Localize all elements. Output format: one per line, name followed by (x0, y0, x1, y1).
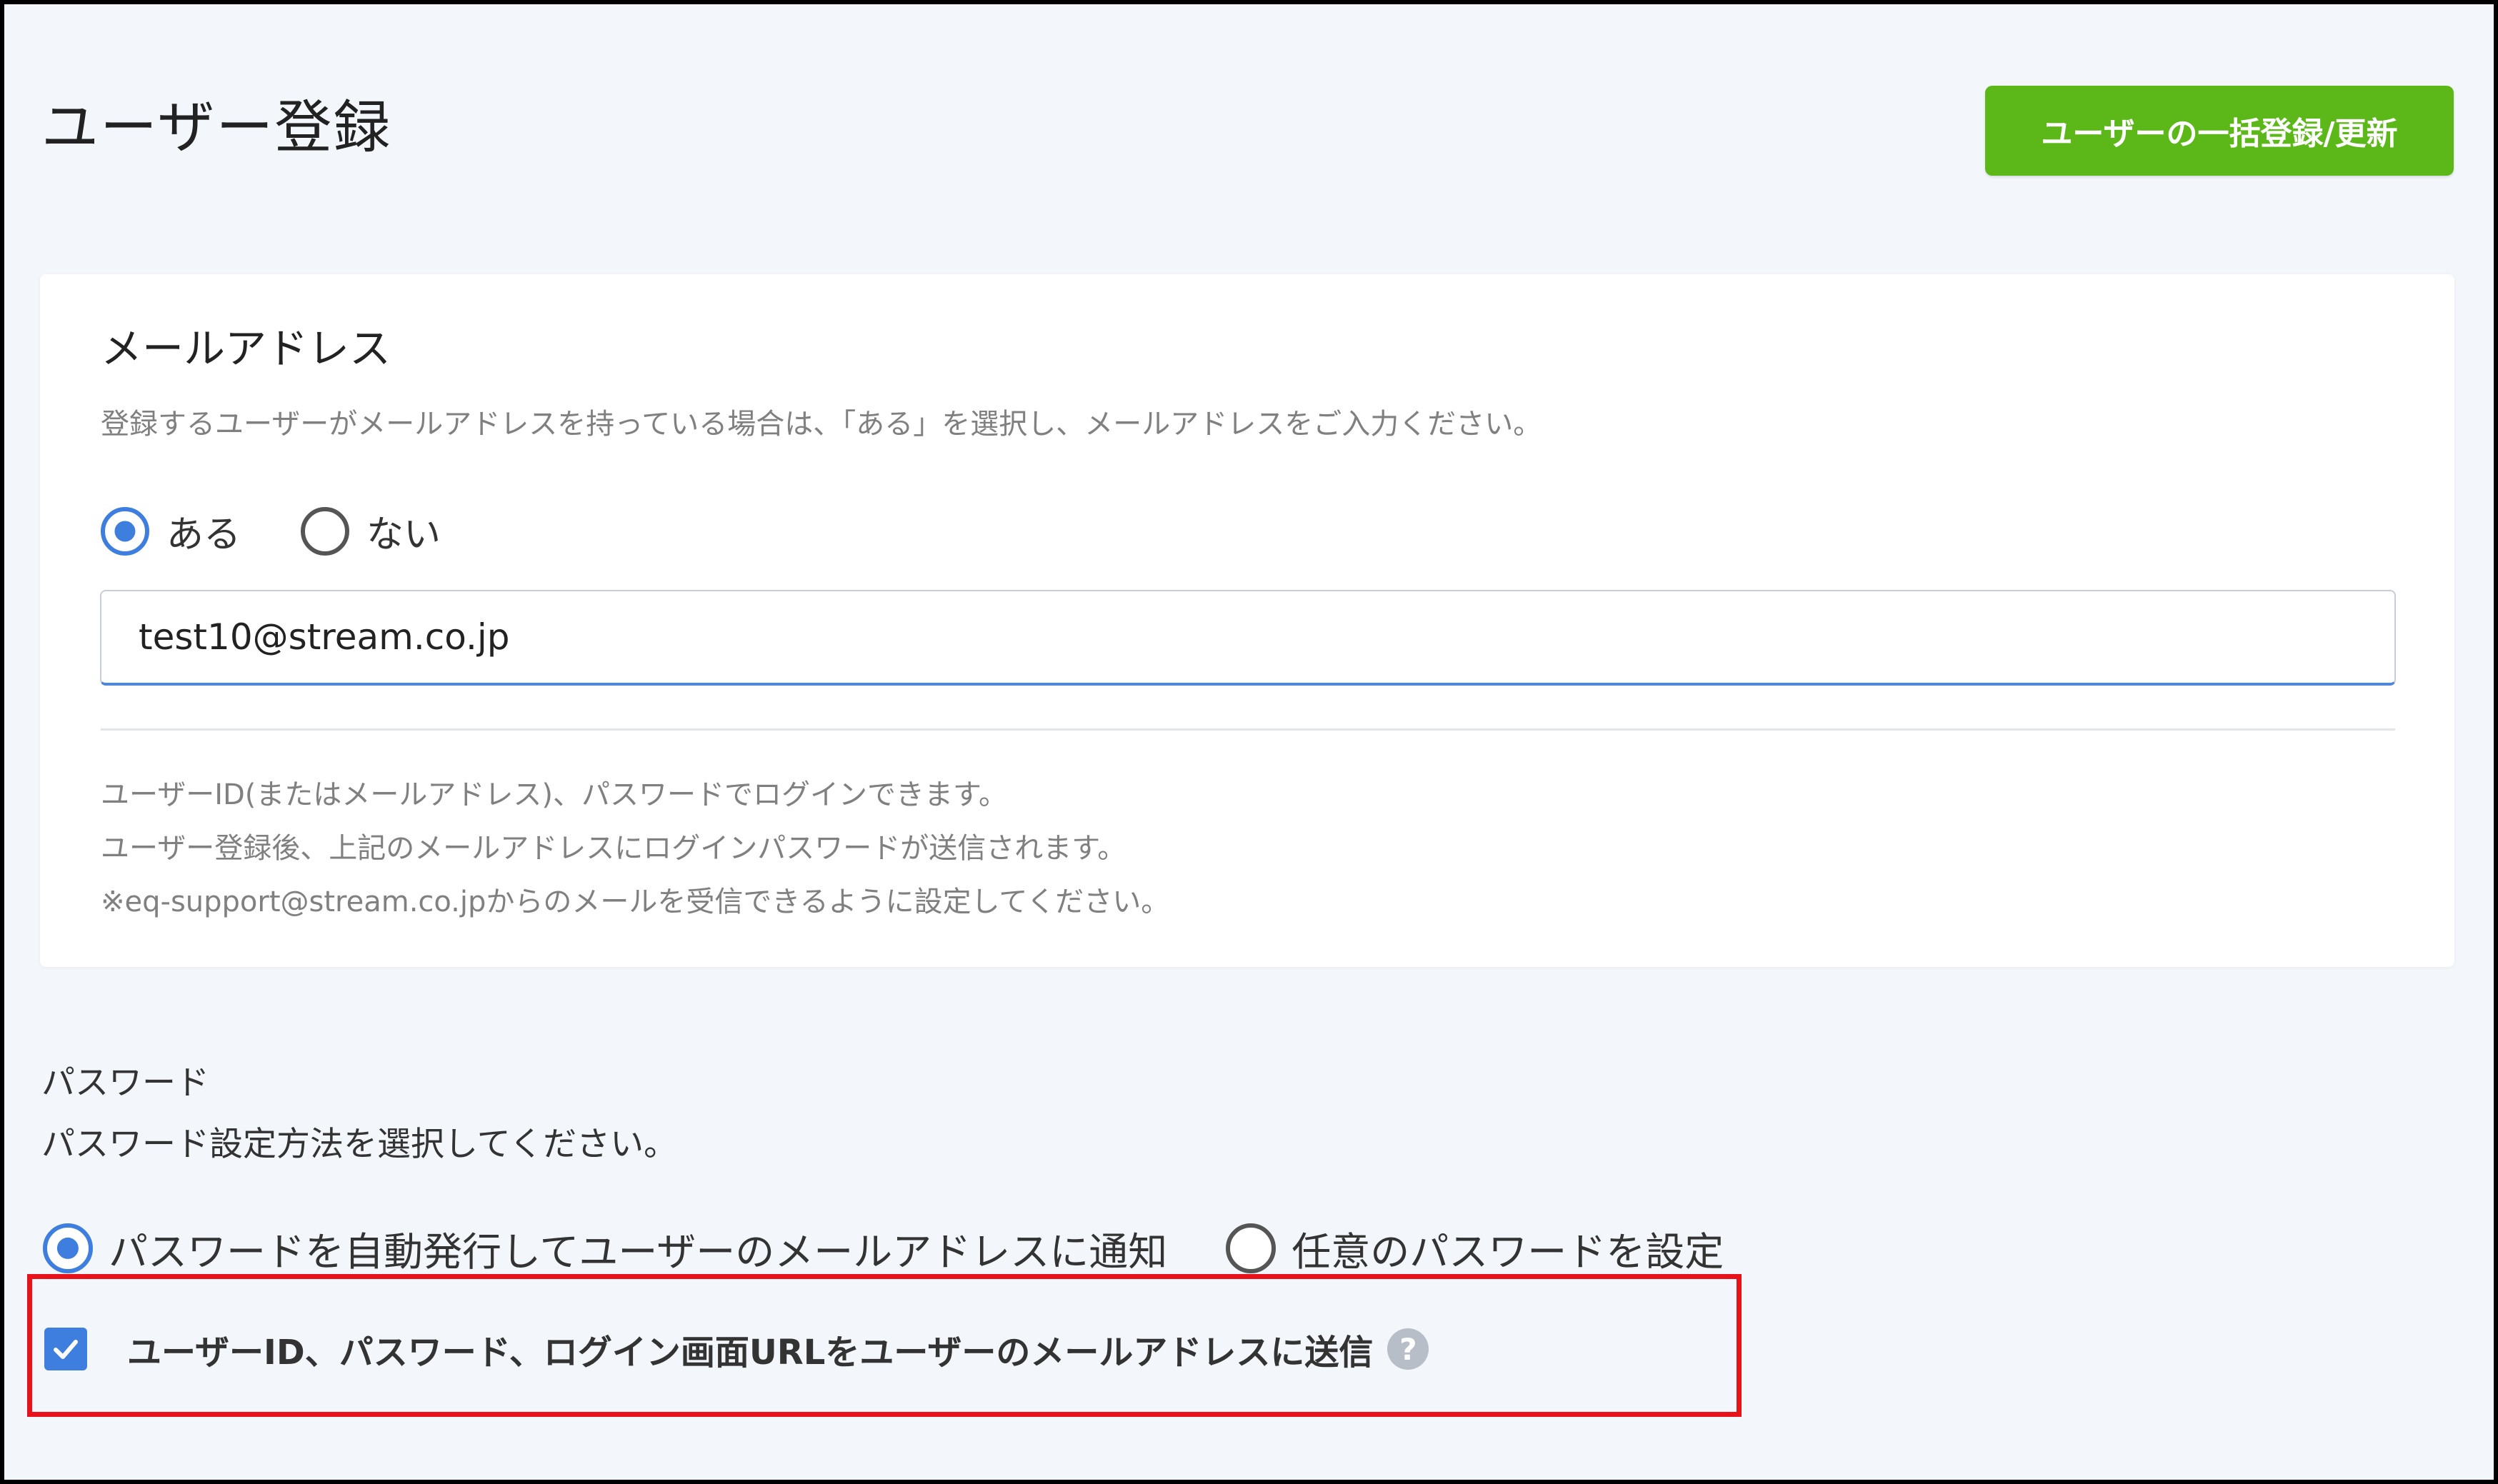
send-credentials-checkbox[interactable] (44, 1328, 87, 1370)
send-credentials-row: ユーザーID、パスワード、ログイン画面URLをユーザーのメールアドレスに送信 ? (44, 1324, 1429, 1374)
radio-label-email-yes: ある (166, 513, 241, 556)
radio-option-auto-password[interactable]: パスワードを自動発行してユーザーのメールアドレスに通知 (43, 1220, 1167, 1277)
radio-label-email-no: ない (366, 513, 441, 556)
radio-option-email-no[interactable]: ない (301, 504, 441, 558)
note-line: ユーザー登録後、上記のメールアドレスにログインパスワードが送信されます。 (101, 832, 1126, 865)
note-line: ユーザーID(またはメールアドレス)、パスワードでログインできます。 (101, 778, 1008, 811)
bulk-register-update-button[interactable]: ユーザーの一括登録/更新 (1985, 86, 2454, 176)
email-availability-radio-group: ある ない (101, 504, 441, 558)
send-credentials-label: ユーザーID、パスワード、ログイン画面URLをユーザーのメールアドレスに送信 (127, 1333, 1374, 1373)
radio-button-unchecked[interactable] (301, 506, 350, 556)
page-title: ユーザー登録 (41, 94, 392, 161)
password-method-radio-group: パスワードを自動発行してユーザーのメールアドレスに通知 任意のパスワードを設定 (43, 1220, 1724, 1277)
radio-label-custom-password: 任意のパスワードを設定 (1292, 1229, 1724, 1275)
radio-option-email-yes[interactable]: ある (101, 504, 241, 558)
page-frame: ユーザー登録 ユーザーの一括登録/更新 メールアドレス 登録するユーザーがメール… (0, 0, 2498, 1484)
email-address-card: メールアドレス 登録するユーザーがメールアドレスを持っている場合は、「ある」を選… (40, 274, 2454, 967)
password-section-title: パスワード (41, 1063, 209, 1103)
password-section-description: パスワード設定方法を選択してください。 (41, 1125, 678, 1164)
divider (101, 728, 2395, 731)
email-notes: ユーザーID(またはメールアドレス)、パスワードでログインできます。 ユーザー登… (101, 768, 1169, 929)
note-line: ※eq-support@stream.co.jpからのメールを受信できるように設… (101, 886, 1170, 918)
email-section-description: 登録するユーザーがメールアドレスを持っている場合は、「ある」を選択し、メールアド… (101, 408, 1542, 441)
question-circle-icon[interactable]: ? (1387, 1328, 1429, 1370)
radio-button-checked[interactable] (101, 506, 149, 556)
radio-option-custom-password[interactable]: 任意のパスワードを設定 (1226, 1220, 1724, 1277)
radio-button-checked[interactable] (43, 1223, 93, 1273)
email-section-title: メールアドレス (101, 324, 391, 373)
radio-label-auto-password: パスワードを自動発行してユーザーのメールアドレスに通知 (109, 1229, 1168, 1275)
checkmark-icon (54, 1340, 78, 1359)
email-input[interactable] (100, 590, 2396, 686)
radio-button-unchecked[interactable] (1226, 1223, 1277, 1273)
